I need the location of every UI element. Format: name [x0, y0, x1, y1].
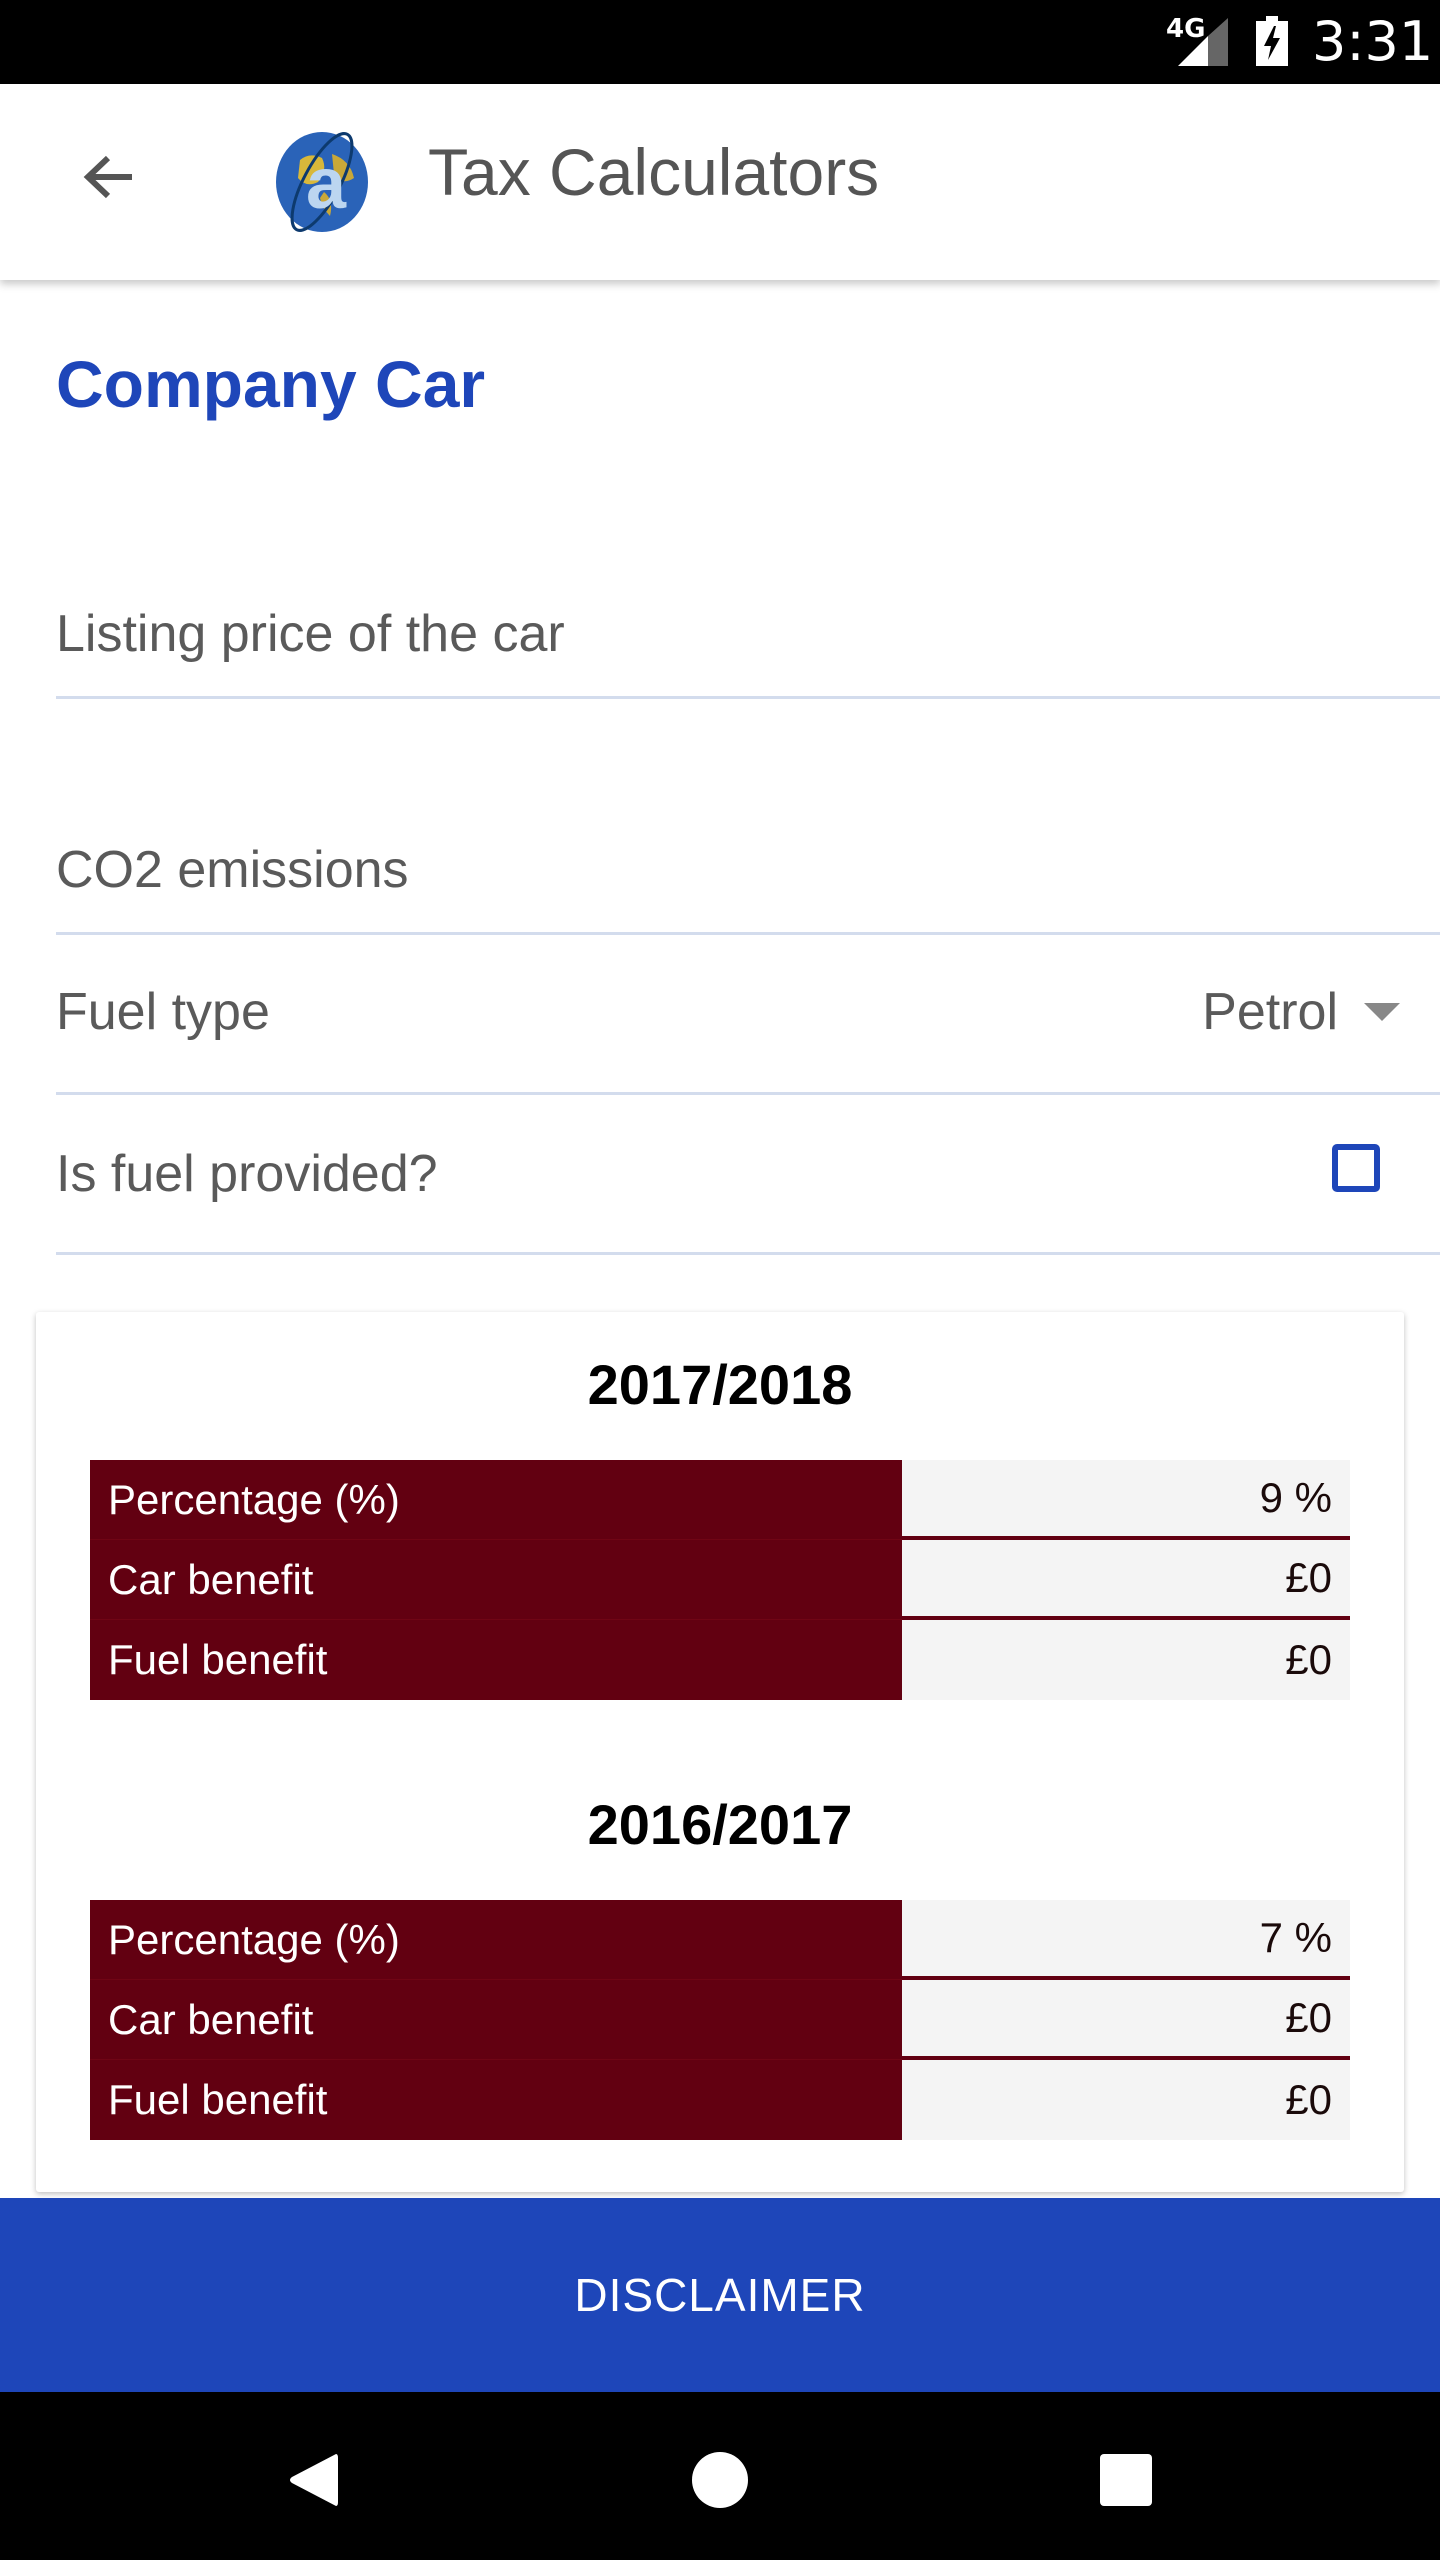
disclaimer-button[interactable]: DISCLAIMER: [0, 2198, 1440, 2392]
table-row: Car benefit £0: [90, 1540, 1350, 1620]
nav-back-icon[interactable]: [288, 2452, 340, 2508]
app-bar: a Tax Calculators: [0, 84, 1440, 280]
row-label: Percentage (%): [90, 1460, 902, 1540]
nav-home-icon[interactable]: [692, 2452, 748, 2508]
nav-recents-icon[interactable]: [1100, 2454, 1152, 2506]
row-label: Fuel benefit: [90, 2060, 902, 2140]
fuel-provided-row: Is fuel provided?: [56, 1092, 1440, 1255]
fuel-provided-checkbox[interactable]: [1332, 1144, 1380, 1192]
globe-logo-icon: a: [276, 132, 368, 232]
row-label: Car benefit: [90, 1540, 902, 1620]
fuel-type-select[interactable]: Petrol: [1202, 982, 1400, 1042]
year-title: 2017/2018: [587, 1353, 853, 1416]
results-card: 2017/2018 Percentage (%) 9 % Car benefit…: [36, 1312, 1404, 2192]
results-table: Percentage (%) 9 % Car benefit £0 Fuel b…: [90, 1460, 1350, 1700]
co2-emissions-placeholder: CO2 emissions: [56, 841, 409, 899]
table-row: Car benefit £0: [90, 1980, 1350, 2060]
battery-charging-icon: [1256, 16, 1288, 66]
svg-text:a: a: [306, 144, 347, 224]
co2-emissions-field[interactable]: CO2 emissions: [56, 812, 1440, 935]
row-label: Car benefit: [90, 1980, 902, 2060]
row-value: £0: [902, 1980, 1350, 2060]
fuel-provided-label: Is fuel provided?: [56, 1145, 438, 1203]
fuel-type-value: Petrol: [1202, 983, 1338, 1041]
row-value: £0: [902, 2060, 1350, 2140]
table-row: Percentage (%) 7 %: [90, 1900, 1350, 1980]
listing-price-field[interactable]: Listing price of the car: [56, 576, 1440, 699]
listing-price-placeholder: Listing price of the car: [56, 605, 565, 663]
row-label: Percentage (%): [90, 1900, 902, 1980]
year-title: 2016/2017: [587, 1793, 853, 1856]
fuel-type-label: Fuel type: [56, 983, 270, 1041]
row-value: £0: [902, 1540, 1350, 1620]
row-value: 7 %: [902, 1900, 1350, 1980]
results-table: Percentage (%) 7 % Car benefit £0 Fuel b…: [90, 1900, 1350, 2140]
dropdown-caret-icon: [1364, 1003, 1400, 1021]
signal-icon: [1178, 18, 1228, 66]
table-row: Fuel benefit £0: [90, 1620, 1350, 1700]
table-row: Percentage (%) 9 %: [90, 1460, 1350, 1540]
row-label: Fuel benefit: [90, 1620, 902, 1700]
app-title: Tax Calculators: [428, 135, 880, 209]
row-value: 9 %: [902, 1460, 1350, 1540]
table-row: Fuel benefit £0: [90, 2060, 1350, 2140]
status-bar: 4G 3:31: [0, 0, 1440, 84]
navigation-bar: [0, 2392, 1440, 2560]
back-button[interactable]: [72, 138, 152, 218]
fuel-type-row: Fuel type Petrol: [56, 932, 1440, 1095]
section-title: Company Car: [56, 347, 486, 421]
arrow-back-icon: [83, 155, 132, 199]
clock: 3:31: [1312, 10, 1434, 73]
row-value: £0: [902, 1620, 1350, 1700]
